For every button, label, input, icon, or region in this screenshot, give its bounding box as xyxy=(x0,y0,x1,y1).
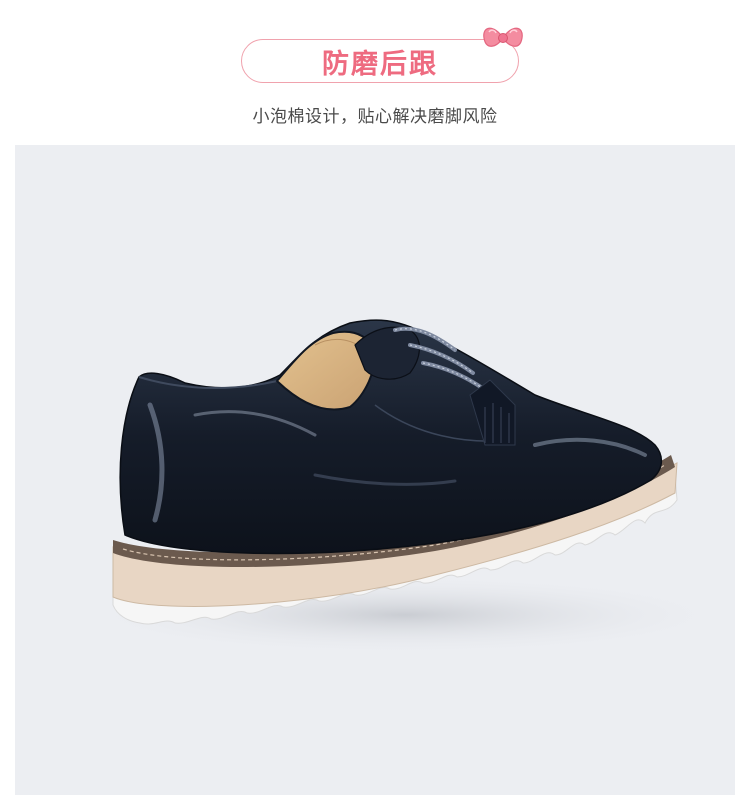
shoe-illustration xyxy=(75,319,735,655)
bow-icon xyxy=(483,27,523,47)
title-pill: 防磨后跟 xyxy=(241,39,519,83)
shoe-photo xyxy=(15,145,735,795)
section-title: 防磨后跟 xyxy=(322,48,438,80)
section-subtitle: 小泡棉设计，贴心解决磨脚风险 xyxy=(252,107,498,127)
